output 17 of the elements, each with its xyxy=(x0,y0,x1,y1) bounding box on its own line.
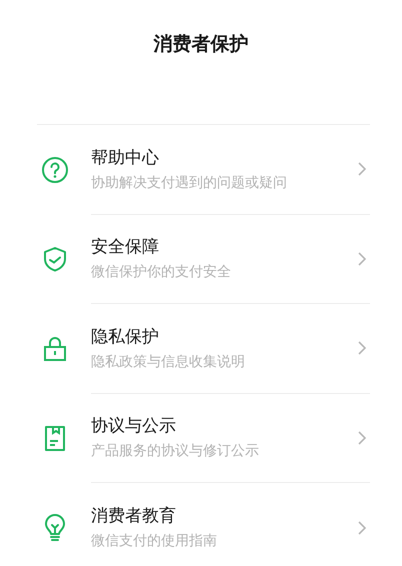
item-title[interactable]: 协议与公示 xyxy=(91,415,176,438)
page-title: 消费者保护 xyxy=(152,32,250,57)
chevron-icon[interactable] xyxy=(357,520,367,536)
chevron-icon[interactable] xyxy=(357,250,367,267)
chevron-icon[interactable] xyxy=(357,430,367,446)
item-title[interactable]: 帮助中心 xyxy=(91,146,159,169)
item-description: 微信支付的使用指南 xyxy=(91,532,217,550)
item-title[interactable]: 安全保障 xyxy=(91,236,159,258)
item-description: 产品服务的协议与修订公示 xyxy=(91,442,259,460)
chevron-icon[interactable] xyxy=(357,161,367,178)
item-description: 隐私政策与信息收集说明 xyxy=(91,352,245,371)
item-description: 协助解决支付遇到的问题或疑问 xyxy=(91,174,287,192)
chevron-icon[interactable] xyxy=(357,340,367,356)
item-title[interactable]: 消费者教育 xyxy=(91,505,176,528)
item-description: 微信保护你的支付安全 xyxy=(91,263,231,282)
question-icon xyxy=(40,154,70,185)
item-title[interactable]: 隐私保护 xyxy=(91,326,159,348)
